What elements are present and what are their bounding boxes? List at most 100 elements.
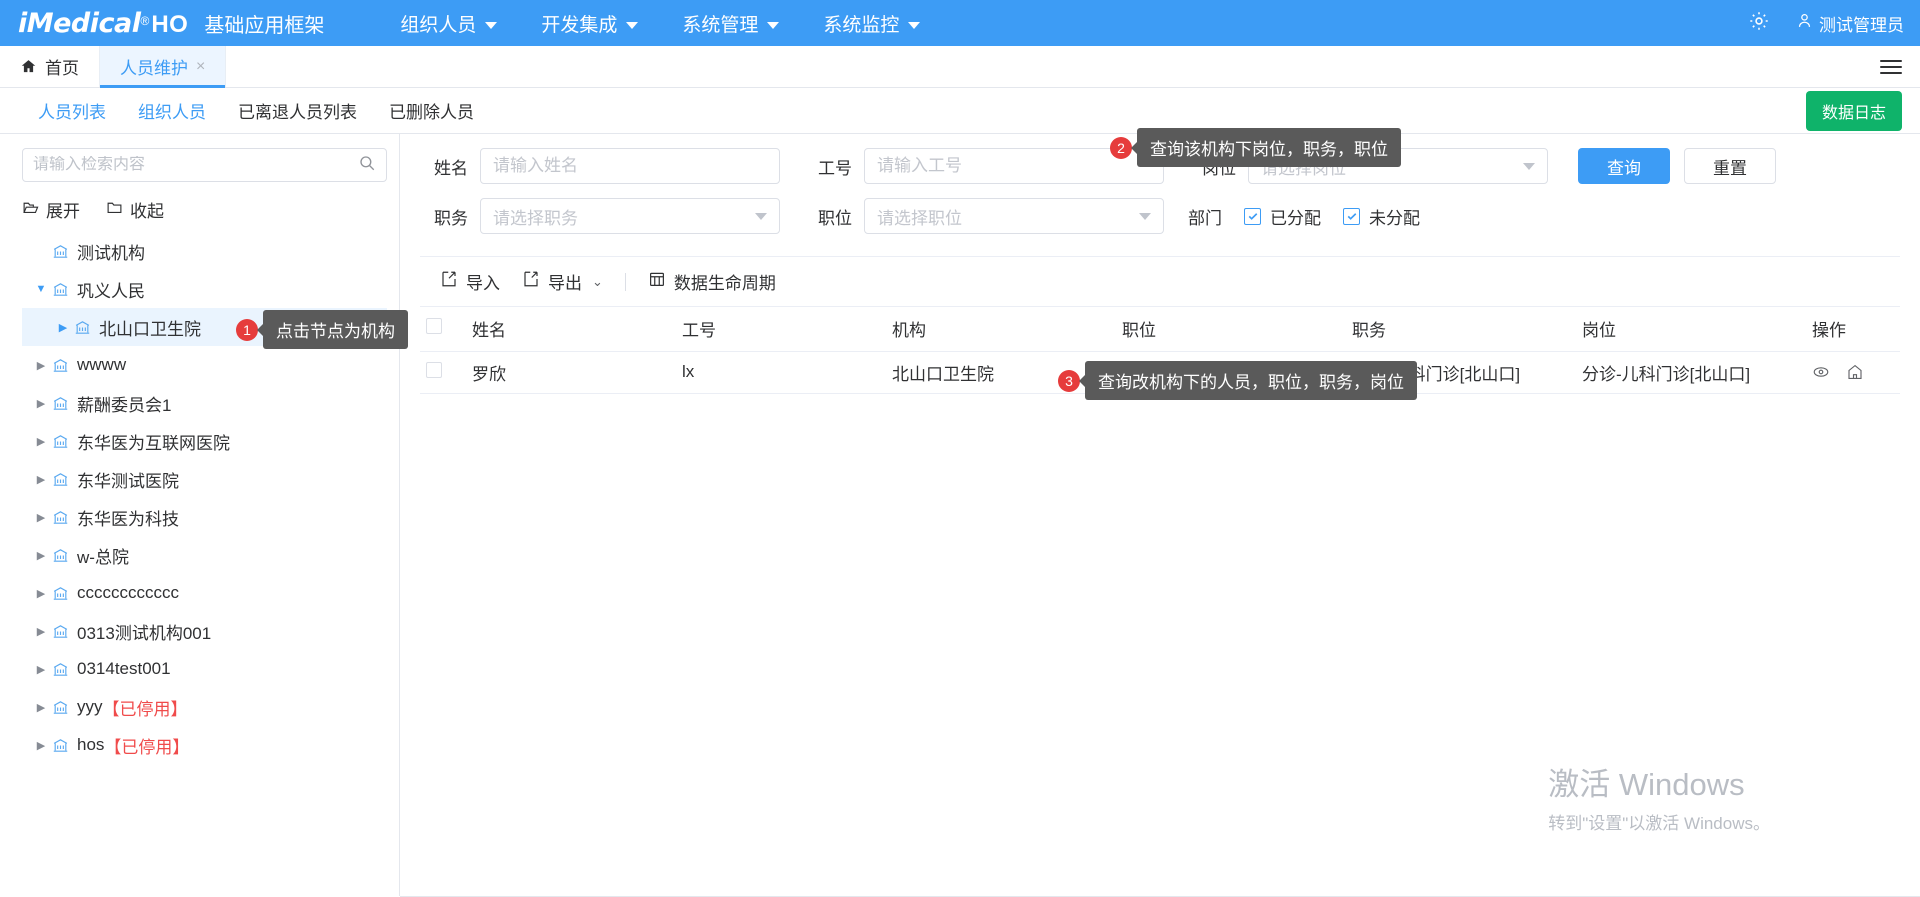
column-header-code: 工号 — [676, 307, 886, 352]
home-icon[interactable] — [1846, 363, 1864, 381]
tree-node[interactable]: ▶ w-总院 — [22, 536, 387, 574]
duty-select[interactable]: 请选择职务 — [480, 198, 780, 234]
tree-node[interactable]: ▶ cccccccccccc — [22, 574, 387, 612]
export-icon — [522, 270, 540, 293]
tree-expand-arrow[interactable]: ▶ — [30, 739, 52, 752]
tree-search-box[interactable] — [22, 148, 387, 182]
field-label: 姓名 — [434, 158, 468, 178]
field-label: 职务 — [434, 208, 468, 228]
name-input[interactable] — [493, 156, 767, 176]
reset-button[interactable]: 重置 — [1684, 148, 1776, 184]
tree-node[interactable]: ▶ 东华测试医院 — [22, 460, 387, 498]
cell-post: 分诊-儿科门诊[北山口] — [1576, 351, 1806, 394]
chevron-down-icon — [908, 21, 921, 29]
tree-node[interactable]: 测试机构 — [22, 232, 387, 270]
folder-closed-icon — [106, 199, 123, 221]
tab-personnel-list[interactable]: 人员列表 — [22, 98, 122, 123]
tree-node[interactable]: ▶ 0314test001 — [22, 650, 387, 688]
data-log-button[interactable]: 数据日志 — [1805, 90, 1902, 131]
row-select-cell[interactable] — [420, 351, 466, 394]
tree-expand-arrow[interactable]: ▶ — [30, 511, 52, 524]
export-button[interactable]: 导出 ⌄ — [522, 269, 625, 294]
tree-node[interactable]: ▶ yyy 【已停用】 — [22, 688, 387, 726]
browser-tab-strip: 首页 人员维护 × — [0, 46, 1920, 88]
tab-organization-personnel[interactable]: 组织人员 — [122, 98, 222, 123]
assigned-label: 已分配 — [1270, 208, 1321, 228]
tab-home-label: 首页 — [45, 59, 79, 78]
filter-row-2: 职务 请选择职务 职位 请选择职位 部门 已分配 未分配 — [420, 198, 1900, 234]
tree-expand-arrow[interactable]: ▶ — [30, 587, 52, 600]
field-label: 工号 — [818, 158, 852, 178]
tree-node-label: cccccccccccc — [77, 583, 179, 602]
field-label: 职位 — [818, 208, 852, 228]
tree-expand-arrow[interactable]: ▶ — [30, 359, 52, 372]
nav-item-label: 组织人员 — [400, 14, 477, 36]
chevron-down-icon — [626, 21, 639, 29]
select-all-header[interactable] — [420, 307, 466, 352]
tree-node-label: wwww — [77, 355, 127, 374]
position-select[interactable]: 请选择职位 — [864, 198, 1164, 234]
tab-home[interactable]: 首页 — [0, 46, 99, 87]
eye-icon[interactable] — [1812, 363, 1830, 381]
home-icon — [20, 58, 37, 75]
callout-badge: 1 — [236, 318, 258, 341]
nav-item-label: 系统监控 — [823, 14, 900, 36]
user-icon — [1796, 12, 1813, 34]
tree-expand-arrow[interactable]: ▶ — [30, 625, 52, 638]
tab-personnel-maintenance[interactable]: 人员维护 × — [99, 46, 227, 88]
tree-search-input[interactable] — [33, 156, 358, 174]
search-icon[interactable] — [358, 154, 376, 177]
hamburger-icon[interactable] — [1880, 56, 1902, 78]
nav-item-label: 开发集成 — [541, 14, 618, 36]
gear-icon[interactable] — [1748, 10, 1770, 37]
tree-node[interactable]: ▶ 0313测试机构001 — [22, 612, 387, 650]
field-position: 职位 请选择职位 — [804, 198, 1164, 234]
collapse-all-button[interactable]: 收起 — [106, 197, 164, 222]
callout-text: 点击节点为机构 — [263, 310, 408, 349]
column-header-name: 姓名 — [466, 307, 676, 352]
name-input-wrapper[interactable] — [480, 148, 780, 184]
nav-item-system-management[interactable]: 系统管理 — [660, 10, 801, 37]
import-icon — [440, 270, 458, 293]
import-label: 导入 — [466, 274, 500, 293]
tree-expand-arrow[interactable]: ▼ — [30, 283, 52, 295]
unassigned-checkbox[interactable]: 未分配 — [1343, 204, 1420, 229]
tree-expand-arrow[interactable]: ▶ — [30, 397, 52, 410]
tree-node[interactable]: ▶ hos 【已停用】 — [22, 726, 387, 764]
tree-node-label: hos — [77, 735, 105, 754]
tree-expand-arrow[interactable]: ▶ — [30, 473, 52, 486]
tree-node[interactable]: ▼ 巩义人民 — [22, 270, 387, 308]
tree-expand-arrow[interactable]: ▶ — [30, 701, 52, 714]
nav-item-organization[interactable]: 组织人员 — [378, 10, 519, 37]
close-icon[interactable]: × — [196, 58, 205, 76]
brand-registered-mark: ® — [140, 13, 150, 28]
tree-node[interactable]: ▶ 东华医为互联网医院 — [22, 422, 387, 460]
nav-item-system-monitor[interactable]: 系统监控 — [801, 10, 942, 37]
cell-operations — [1806, 351, 1900, 394]
app-subtitle: 基础应用框架 — [204, 14, 325, 37]
data-lifecycle-button[interactable]: 数据生命周期 — [648, 269, 798, 294]
tree-expand-arrow[interactable]: ▶ — [52, 321, 74, 334]
import-button[interactable]: 导入 — [440, 269, 522, 294]
tree-expand-arrow[interactable]: ▶ — [30, 663, 52, 676]
callout-badge: 2 — [1110, 136, 1132, 159]
organization-icon — [52, 585, 69, 602]
nav-item-label: 系统管理 — [682, 14, 759, 36]
data-lifecycle-label: 数据生命周期 — [673, 274, 776, 293]
tree-node[interactable]: ▶ 薪酬委员会1 — [22, 384, 387, 422]
expand-all-button[interactable]: 展开 — [22, 197, 80, 222]
tree-expand-arrow[interactable]: ▶ — [30, 435, 52, 448]
user-menu[interactable]: 测试管理员 — [1796, 11, 1904, 36]
tree-node[interactable]: ▶ wwww — [22, 346, 387, 384]
tree-expand-arrow[interactable]: ▶ — [30, 549, 52, 562]
tree-node[interactable]: ▶ 东华医为科技 — [22, 498, 387, 536]
nav-item-development[interactable]: 开发集成 — [519, 10, 660, 37]
row-checkbox[interactable] — [426, 361, 442, 378]
search-button[interactable]: 查询 — [1578, 148, 1670, 184]
position-select-placeholder: 请选择职位 — [877, 208, 962, 228]
tab-retired-personnel-list[interactable]: 已离退人员列表 — [222, 98, 373, 123]
expand-all-label: 展开 — [46, 202, 80, 221]
assigned-checkbox[interactable]: 已分配 — [1244, 204, 1321, 229]
select-all-checkbox[interactable] — [426, 318, 442, 335]
tab-deleted-personnel[interactable]: 已删除人员 — [373, 98, 490, 123]
